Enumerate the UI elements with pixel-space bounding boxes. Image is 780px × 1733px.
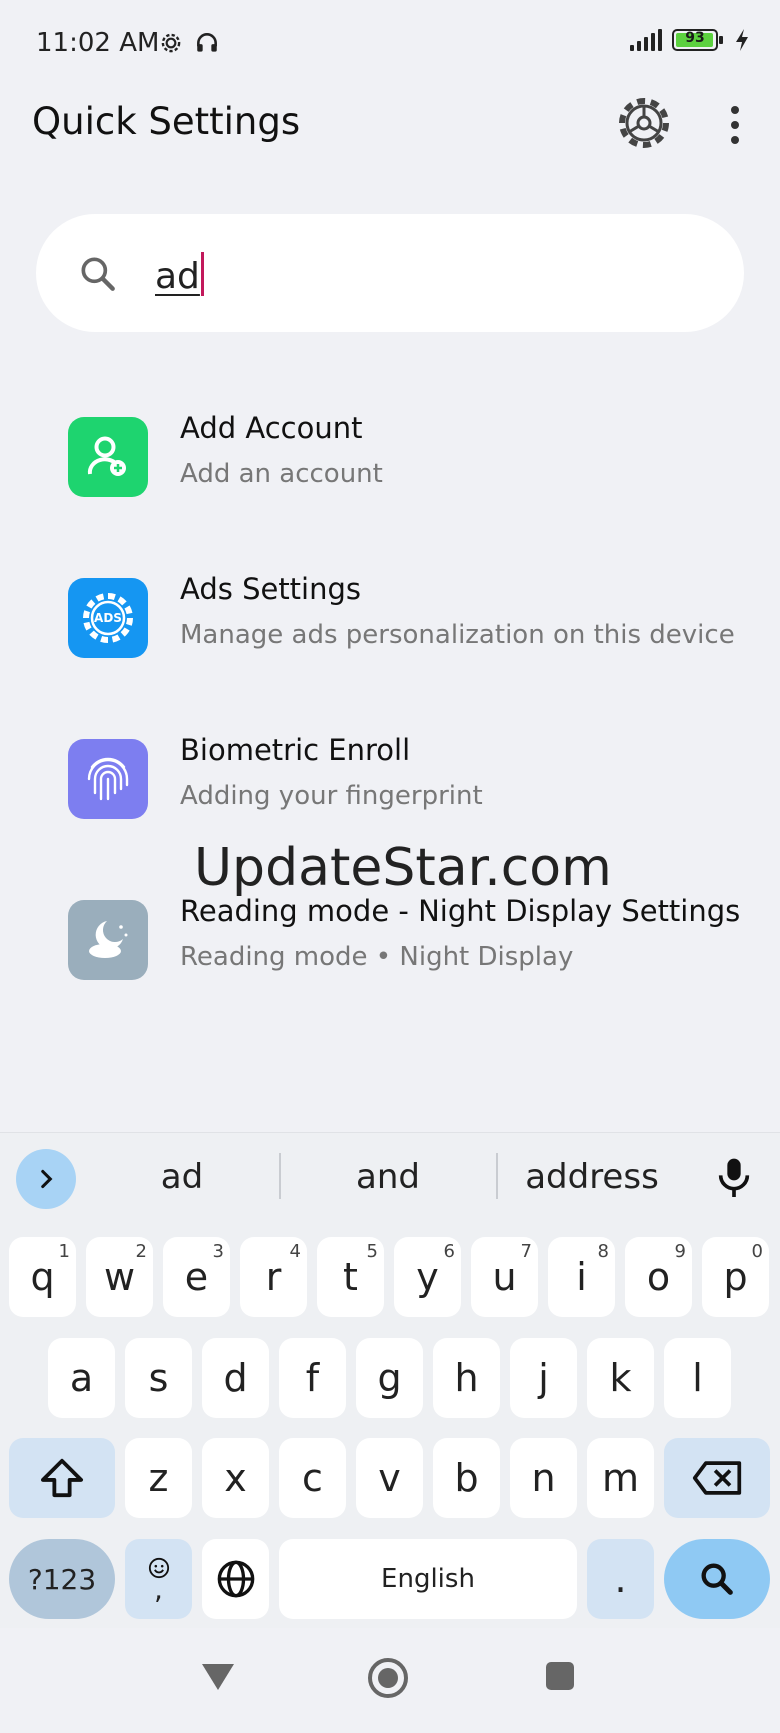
result-biometric-enroll[interactable]: Biometric Enroll Adding your fingerprint <box>0 729 780 839</box>
key-z[interactable]: z <box>125 1438 192 1518</box>
key-k[interactable]: k <box>587 1338 654 1418</box>
chevron-right-icon <box>41 1169 53 1189</box>
fingerprint-icon <box>68 739 148 819</box>
text-caret <box>200 252 204 296</box>
status-time: 11:02 AM <box>36 28 160 58</box>
result-title: Ads Settings <box>180 572 362 606</box>
night-mode-icon <box>68 900 148 980</box>
suggestion-3[interactable]: address <box>502 1157 682 1197</box>
suggestion-2[interactable]: and <box>298 1157 478 1197</box>
search-input[interactable]: ad <box>155 252 204 297</box>
key-b[interactable]: b <box>433 1438 500 1518</box>
comma-label: , <box>154 1573 163 1606</box>
backspace-key[interactable] <box>664 1438 770 1518</box>
key-q[interactable]: q1 <box>9 1237 76 1317</box>
key-x[interactable]: x <box>202 1438 269 1518</box>
page-title: Quick Settings <box>32 100 301 143</box>
result-title: Biometric Enroll <box>180 733 411 767</box>
period-key[interactable]: . <box>587 1539 654 1619</box>
symbols-key[interactable]: ?123 <box>9 1539 115 1619</box>
key-t[interactable]: t5 <box>317 1237 384 1317</box>
suggestion-divider <box>279 1153 281 1199</box>
result-title: Reading mode - Night Display Settings <box>180 894 741 928</box>
result-ads-settings[interactable]: ADS Ads Settings Manage ads personalizat… <box>0 568 780 678</box>
search-action-key[interactable] <box>664 1539 770 1619</box>
space-key[interactable]: English <box>279 1539 577 1619</box>
key-h[interactable]: h <box>433 1338 500 1418</box>
recents-icon[interactable] <box>544 1660 576 1692</box>
key-n[interactable]: n <box>510 1438 577 1518</box>
navigation-bar <box>0 1628 780 1733</box>
emoji-comma-key[interactable]: , <box>125 1539 192 1619</box>
language-key[interactable] <box>202 1539 269 1619</box>
suggestion-bar: ad and address <box>0 1133 780 1219</box>
search-icon <box>81 257 115 291</box>
result-subtitle: Reading mode • Night Display <box>180 942 574 972</box>
key-r[interactable]: r4 <box>240 1237 307 1317</box>
key-v[interactable]: v <box>356 1438 423 1518</box>
keyboard-menu-button[interactable] <box>16 1149 76 1209</box>
battery-level: 93 <box>685 30 705 46</box>
key-p[interactable]: p0 <box>702 1237 769 1317</box>
more-vert-icon[interactable] <box>718 100 752 150</box>
result-reading-mode[interactable]: Reading mode - Night Display Settings Re… <box>0 890 780 1000</box>
signal-icon <box>630 29 662 51</box>
suggestion-1[interactable]: ad <box>92 1157 272 1197</box>
key-w[interactable]: w2 <box>86 1237 153 1317</box>
key-g[interactable]: g <box>356 1338 423 1418</box>
key-u[interactable]: u7 <box>471 1237 538 1317</box>
gear-icon <box>161 33 181 53</box>
status-system-icons: 93 <box>630 28 750 52</box>
key-a[interactable]: a <box>48 1338 115 1418</box>
key-o[interactable]: o9 <box>625 1237 692 1317</box>
key-y[interactable]: y6 <box>394 1237 461 1317</box>
back-icon[interactable] <box>198 1658 238 1694</box>
key-f[interactable]: f <box>279 1338 346 1418</box>
mic-icon[interactable] <box>714 1155 754 1199</box>
search-icon <box>701 1563 733 1595</box>
result-title: Add Account <box>180 411 363 445</box>
home-icon[interactable] <box>366 1656 410 1700</box>
status-notification-icons <box>158 30 220 56</box>
key-m[interactable]: m <box>587 1438 654 1518</box>
result-subtitle: Adding your fingerprint <box>180 781 483 811</box>
key-d[interactable]: d <box>202 1338 269 1418</box>
watermark: UpdateStar.com <box>194 838 612 898</box>
status-bar: 11:02 AM 93 <box>0 0 780 90</box>
headphones-icon <box>197 33 217 52</box>
key-s[interactable]: s <box>125 1338 192 1418</box>
ads-icon: ADS <box>68 578 148 658</box>
key-l[interactable]: l <box>664 1338 731 1418</box>
key-j[interactable]: j <box>510 1338 577 1418</box>
charging-icon <box>736 29 748 51</box>
key-e[interactable]: e3 <box>163 1237 230 1317</box>
ads-icon-label: ADS <box>94 611 122 625</box>
result-subtitle: Manage ads personalization on this devic… <box>180 620 735 650</box>
result-subtitle: Add an account <box>180 459 383 489</box>
suggestion-divider <box>496 1153 498 1199</box>
shift-icon <box>41 1458 83 1498</box>
result-add-account[interactable]: Add Account Add an account <box>0 407 780 517</box>
backspace-icon <box>692 1461 742 1495</box>
search-box[interactable]: ad <box>36 214 744 332</box>
shift-key[interactable] <box>9 1438 115 1518</box>
keyboard: ad and address q1 w2 e3 r4 t5 y6 u7 i8 o… <box>0 1132 780 1628</box>
globe-icon <box>217 1560 254 1598</box>
key-c[interactable]: c <box>279 1438 346 1518</box>
settings-gear-icon[interactable] <box>616 95 672 151</box>
key-i[interactable]: i8 <box>548 1237 615 1317</box>
add-account-icon <box>68 417 148 497</box>
search-input-value: ad <box>155 256 200 297</box>
battery-icon: 93 <box>672 29 723 51</box>
